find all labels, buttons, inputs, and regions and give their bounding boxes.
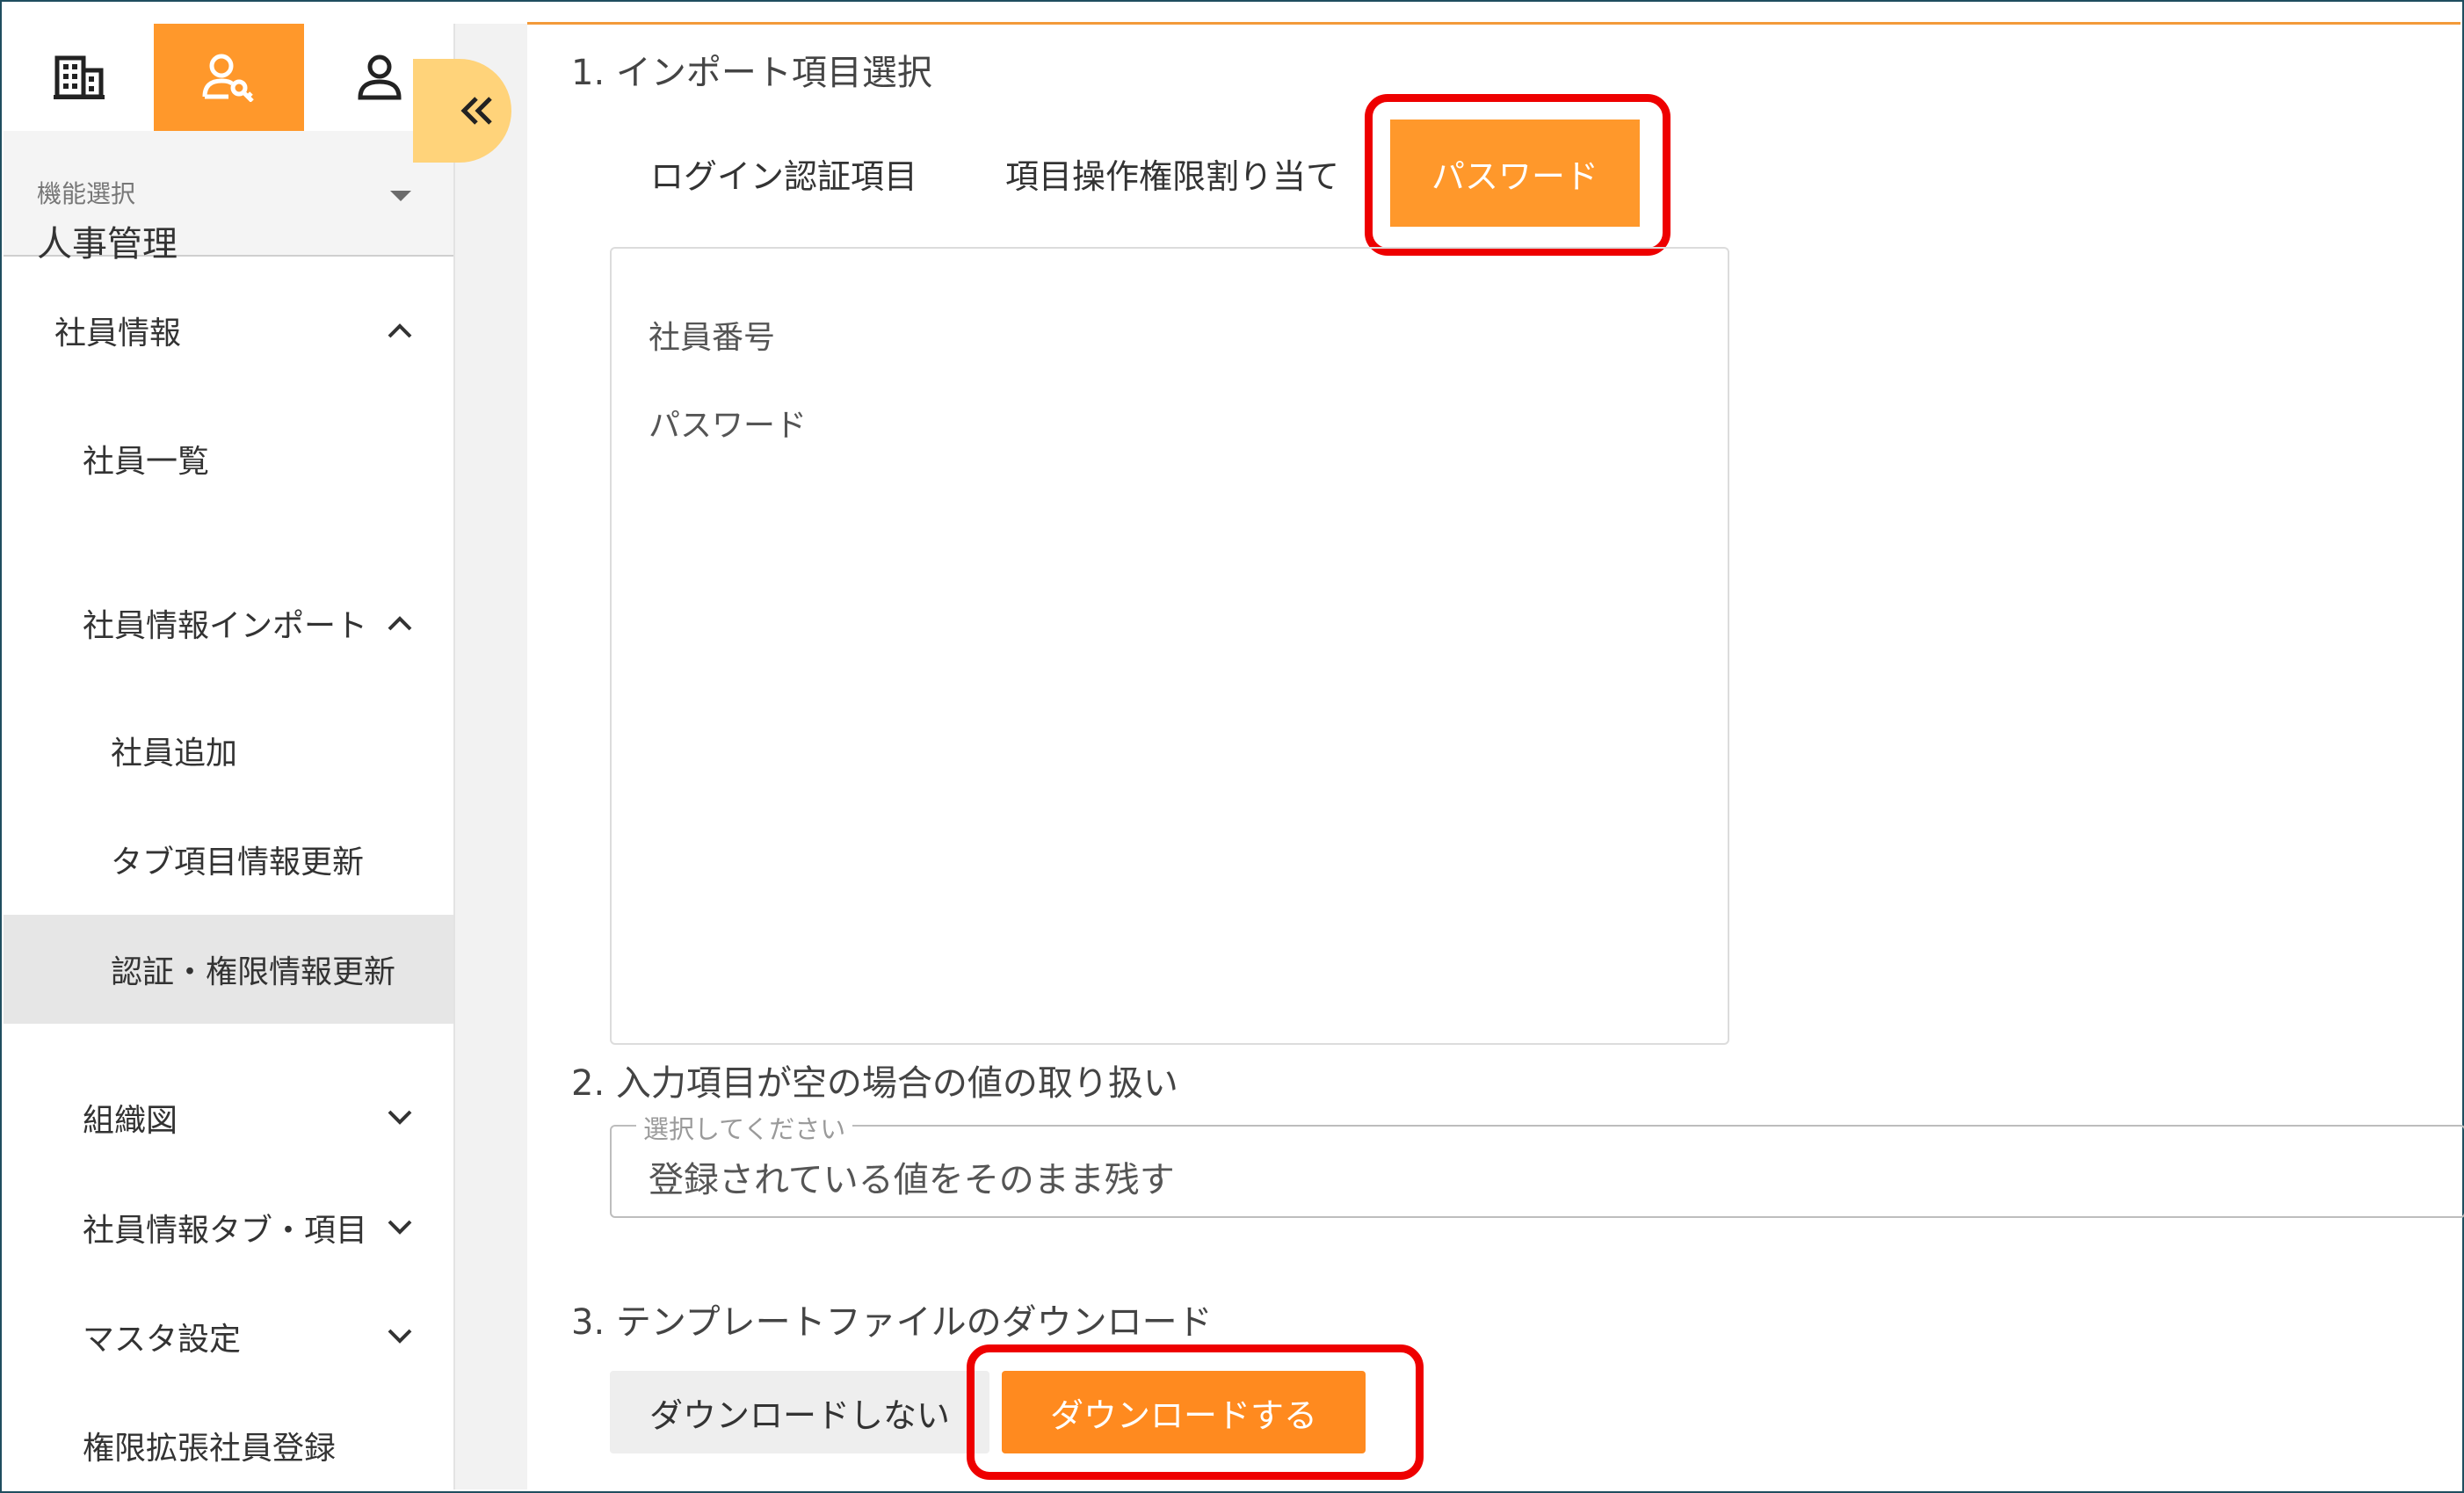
content-gutter — [455, 24, 527, 1489]
sidebar-item-employee-import[interactable]: 社員情報インポート — [4, 579, 453, 667]
sidebar-item-employee-list[interactable]: 社員一覧 — [4, 415, 453, 503]
sidebar-item-extended-permission[interactable]: 権限拡張社員登録 — [4, 1402, 453, 1489]
no-download-button[interactable]: ダウンロードしない — [610, 1371, 989, 1453]
sidebar-item-info-tabs-items[interactable]: 社員情報タブ・項目 — [4, 1184, 453, 1272]
sidebar-item-label: タブ項目情報更新 — [111, 844, 365, 881]
select-value: 登録されている値をそのまま残す — [649, 1160, 1175, 1200]
sidebar-item-label: 社員情報 — [54, 315, 182, 352]
sidebar-item-label: 組織図 — [83, 1103, 178, 1139]
function-select[interactable]: 機能選択 人事管理 — [4, 131, 453, 265]
sidebar: 機能選択 人事管理 社員情報 社員一覧 社員情報インポート 社員追加 タブ項目情… — [4, 24, 455, 1489]
tab-admin[interactable] — [154, 24, 304, 131]
section-3-title: 3. テンプレートファイルのダウンロード — [571, 1302, 1213, 1343]
sidebar-item-label: 認証・権限情報更新 — [111, 954, 396, 990]
function-select-value: 人事管理 — [37, 224, 178, 265]
sidebar-item-label: 社員情報タブ・項目 — [83, 1213, 368, 1249]
sidebar-item-label: 社員追加 — [111, 736, 238, 772]
tab-item-permission-assignment[interactable]: 項目操作権限割り当て — [1005, 149, 1339, 198]
import-items-list: 社員番号 パスワード — [610, 247, 1729, 1045]
sidebar-item-label: マスタ設定 — [83, 1322, 242, 1358]
sidebar-item-auth-permission-update[interactable]: 認証・権限情報更新 — [4, 915, 453, 1024]
sidebar-item-master-settings[interactable]: マスタ設定 — [4, 1293, 453, 1381]
person-icon — [357, 54, 402, 100]
double-chevron-left-icon — [460, 97, 492, 125]
sidebar-item-label: 社員情報インポート — [83, 608, 368, 644]
chevron-up-icon — [388, 323, 412, 338]
highlight-password-tab — [1365, 94, 1670, 256]
chevron-down-icon — [388, 1220, 412, 1235]
sidebar-item-label: 社員一覧 — [83, 444, 210, 480]
highlight-download-button — [967, 1344, 1424, 1480]
user-key-icon — [202, 54, 254, 102]
sidebar-item-employee-info[interactable]: 社員情報 — [4, 286, 453, 374]
tab-organization[interactable] — [4, 24, 154, 131]
sidebar-item-add-employee[interactable]: 社員追加 — [4, 707, 453, 794]
sidebar-item-org-chart[interactable]: 組織図 — [4, 1074, 453, 1162]
empty-value-handling-select[interactable]: 選択してください 登録されている値をそのまま残す — [610, 1109, 2464, 1218]
tab-login-auth-items[interactable]: ログイン認証項目 — [650, 149, 917, 198]
list-item: 社員番号 — [649, 320, 776, 356]
select-legend: 選択してください — [636, 1109, 853, 1146]
chevron-up-icon — [388, 616, 412, 631]
main-content: 1. インポート項目選択 ログイン認証項目 項目操作権限割り当て パスワード 社… — [527, 25, 2464, 1489]
chevron-down-icon — [388, 1110, 412, 1125]
list-item: パスワード — [649, 408, 808, 444]
section-1-title: 1. インポート項目選択 — [571, 53, 932, 93]
building-icon — [53, 55, 105, 99]
section-2-title: 2. 入力項目が空の場合の値の取り扱い — [571, 1063, 1178, 1104]
sidebar-item-tab-info-update[interactable]: タブ項目情報更新 — [4, 815, 453, 903]
caret-down-icon — [390, 191, 411, 201]
sidebar-item-label: 権限拡張社員登録 — [83, 1431, 337, 1467]
sidebar-icon-tabs — [4, 24, 453, 131]
chevron-down-icon — [388, 1329, 412, 1344]
function-select-label: 機能選択 — [37, 179, 136, 208]
